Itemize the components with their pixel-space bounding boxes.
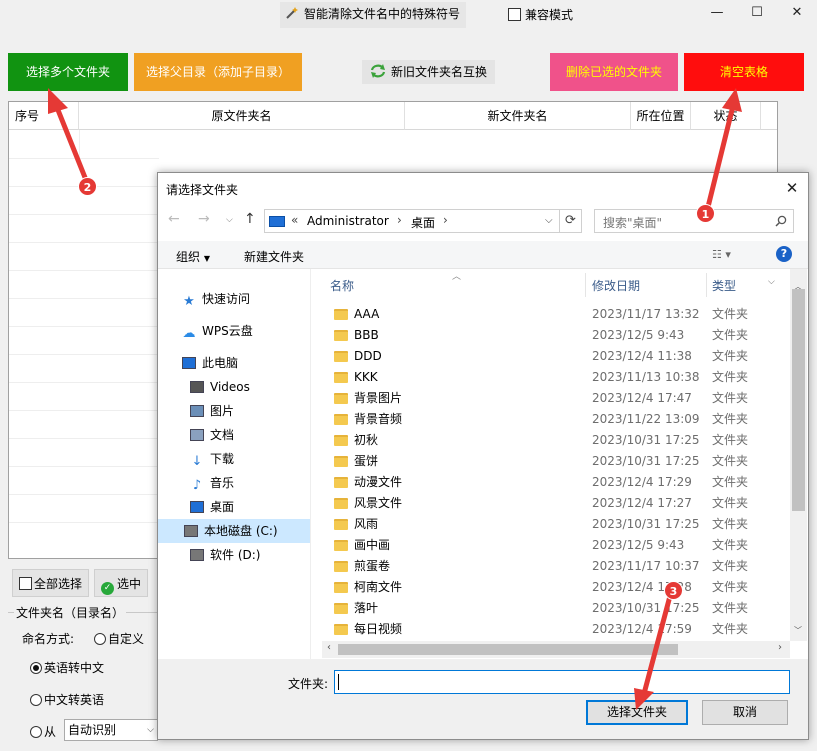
arrow-3 [634, 593, 673, 710]
annotation-badge-3: 3 [664, 581, 683, 600]
annotation-badge-1: 1 [696, 204, 715, 223]
arrow-1 [705, 88, 742, 210]
arrow-2 [48, 88, 89, 183]
annotation-badge-2: 2 [78, 177, 97, 196]
annotation-arrows [48, 88, 742, 710]
